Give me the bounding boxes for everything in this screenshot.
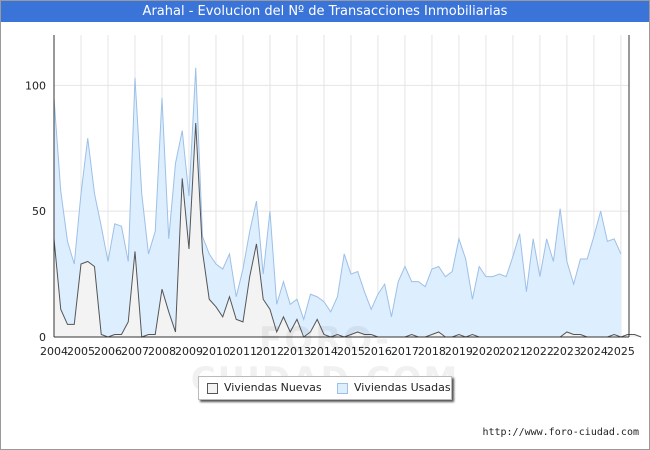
y-tick-label: 100 (25, 79, 46, 92)
legend-label-nuevas: Viviendas Nuevas (224, 381, 322, 394)
x-tick-label: 2007 (121, 345, 149, 358)
x-tick-label: 2024 (580, 345, 608, 358)
x-tick-label: 2022 (526, 345, 554, 358)
legend-swatch-nuevas (207, 383, 218, 394)
y-tick-label: 50 (32, 205, 46, 218)
legend-swatch-usadas (337, 383, 348, 394)
x-tick-label: 2021 (499, 345, 527, 358)
x-tick-label: 2005 (67, 345, 95, 358)
x-tick-label: 2023 (553, 345, 581, 358)
x-tick-label: 2004 (40, 345, 68, 358)
y-tick-label: 0 (39, 331, 46, 344)
source-url: http://www.foro-ciudad.com (482, 427, 639, 438)
chart-legend: Viviendas Nuevas Viviendas Usadas (198, 376, 452, 400)
legend-label-usadas: Viviendas Usadas (354, 381, 451, 394)
x-tick-label: 2025 (607, 345, 635, 358)
x-tick-label: 2006 (94, 345, 122, 358)
